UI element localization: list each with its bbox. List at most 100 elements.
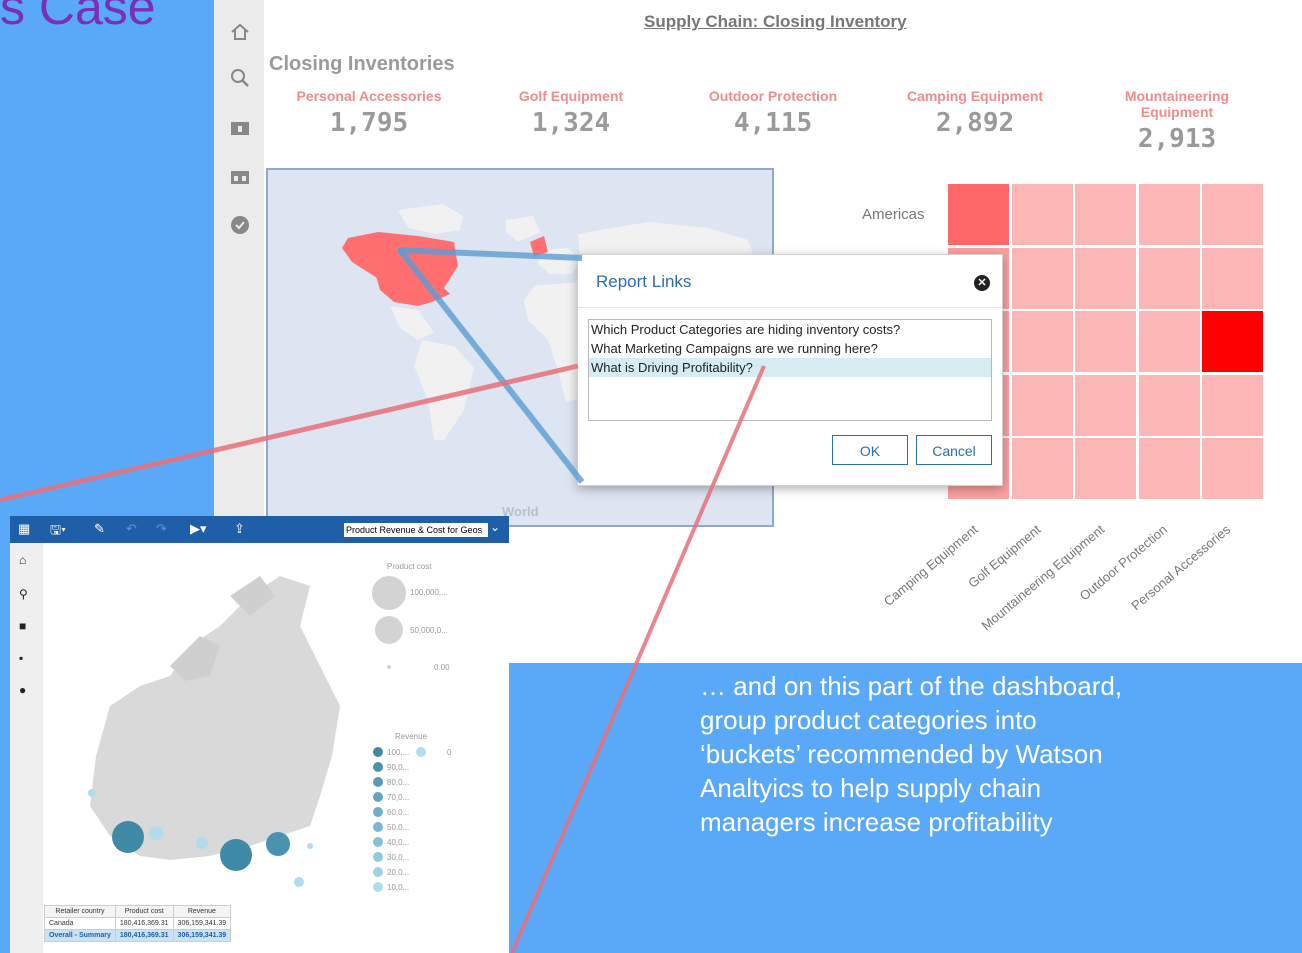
search-icon[interactable]: ⚲ (19, 587, 33, 601)
inset-nav-rail: ⌂ ⚲ ■ ▪ ● (10, 543, 43, 953)
kpi-label: Golf Equipment (518, 88, 624, 104)
run-icon[interactable]: ▶▾ (190, 521, 207, 537)
legend-color-label: 10,0... (387, 883, 410, 892)
heatmap-cell[interactable] (1138, 311, 1200, 373)
recent-icon[interactable]: ● (19, 683, 33, 697)
folder-icon[interactable]: ■ (19, 619, 33, 633)
legend-color-label: 90,0... (387, 763, 410, 772)
legend-title-product-cost: Product cost (387, 562, 432, 571)
chevron-down-icon[interactable]: ⌄ (490, 520, 500, 534)
heatmap-cell[interactable] (1138, 247, 1200, 309)
heatmap-cell[interactable] (1202, 247, 1264, 309)
cancel-button[interactable]: Cancel (916, 435, 992, 465)
legend-color-marker (373, 837, 383, 847)
heatmap-cell[interactable] (1075, 374, 1137, 436)
legend-color-marker (373, 792, 383, 802)
bubble-marker[interactable] (266, 832, 290, 856)
save-icon[interactable]: 🖫▾ (50, 521, 66, 543)
heatmap-cell[interactable] (1138, 184, 1200, 245)
kpi-label: Personal Accessories (296, 88, 442, 104)
bubble-marker[interactable] (88, 789, 96, 797)
legend-color-marker (373, 777, 383, 787)
legend-size-marker (375, 616, 403, 644)
legend-color-marker (373, 822, 383, 832)
home-icon[interactable]: ⌂ (19, 553, 33, 567)
bubble-marker[interactable] (294, 877, 304, 887)
column-header[interactable]: Product cost (114, 905, 174, 918)
legend-color-marker (373, 762, 383, 772)
heatmap-cell[interactable] (1011, 184, 1073, 245)
heatmap-cell[interactable] (1138, 374, 1200, 436)
report-link-item-selected[interactable]: What is Driving Profitability? (589, 358, 991, 377)
heatmap-cell[interactable] (1011, 374, 1073, 436)
heatmap-cell[interactable] (1075, 311, 1137, 373)
kpi-label: Outdoor Protection (708, 88, 838, 104)
undo-icon[interactable]: ↶ (126, 521, 137, 537)
legend-color-label: 80,0... (387, 778, 410, 787)
legend-size-label: 100,000,... (410, 588, 448, 597)
report-link-item[interactable]: What Marketing Campaigns are we running … (589, 339, 991, 358)
bubble-marker[interactable] (220, 839, 252, 871)
legend-color-marker (373, 882, 383, 892)
legend-title-revenue: Revenue (395, 732, 428, 741)
kpi-label: Camping Equipment (906, 88, 1044, 104)
bubble-marker[interactable] (307, 843, 313, 849)
report-links-list[interactable]: Which Product Categories are hiding inve… (588, 319, 992, 421)
report-page-select[interactable]: Product Revenue & Cost for Geos (344, 523, 488, 537)
dashboard-title[interactable]: Supply Chain: Closing Inventory (644, 12, 907, 32)
heatmap-cell[interactable] (948, 184, 1009, 245)
bubble-marker[interactable] (112, 821, 144, 853)
heatmap-cell[interactable] (1202, 184, 1264, 245)
heatmap-cell[interactable] (1011, 311, 1073, 373)
legend-color-marker (373, 852, 383, 862)
column-header[interactable]: Revenue (172, 905, 232, 918)
close-icon[interactable]: ✕ (974, 275, 990, 291)
heatmap-cell[interactable] (1075, 438, 1137, 500)
report-link-item[interactable]: Which Product Categories are hiding inve… (589, 320, 991, 339)
slide-title-fragment: s Case (0, 0, 156, 35)
team-folder-icon[interactable] (230, 167, 250, 187)
app-switcher-icon[interactable]: ▦ (18, 521, 30, 537)
share-icon[interactable]: ⇪ (234, 521, 245, 537)
kpi-golf-equipment[interactable]: Golf Equipment 1,324 (476, 88, 666, 138)
redo-icon[interactable]: ↷ (156, 521, 167, 537)
kpi-outdoor-protection[interactable]: Outdoor Protection 4,115 (678, 88, 868, 138)
legend-color-label: 70,0... (387, 793, 410, 802)
legend-size-label: 0.00 (434, 663, 450, 672)
legend-size-marker (387, 665, 391, 669)
kpi-personal-accessories[interactable]: Personal Accessories 1,795 (274, 88, 464, 138)
kpi-value: 1,795 (329, 108, 409, 138)
summary-table: Retailer country Product cost Revenue Ca… (44, 905, 232, 942)
legend-color-marker (373, 747, 383, 757)
column-header[interactable]: Retailer country (44, 905, 116, 918)
table-cell: Canada (44, 917, 116, 930)
summary-row: Overall - Summary 180,416,369.31 306,159… (44, 929, 232, 942)
report-links-dialog: Report Links ✕ Which Product Categories … (577, 254, 1003, 486)
folder-icon[interactable] (230, 118, 250, 138)
table-cell: 180,416,369.31 (114, 929, 174, 942)
heatmap-cell[interactable] (1075, 247, 1137, 309)
home-icon[interactable] (230, 22, 250, 42)
heatmap-cell[interactable] (1202, 374, 1264, 436)
heatmap-cell[interactable] (1075, 184, 1137, 245)
dialog-divider (578, 307, 1002, 308)
recent-icon[interactable] (230, 215, 250, 235)
legend-color-label: 20,0... (387, 868, 410, 877)
search-icon[interactable] (230, 68, 250, 88)
kpi-mountaineering-equipment[interactable]: Mountaineering Equipment 2,913 (1102, 88, 1252, 154)
heatmap-cell[interactable] (1011, 438, 1073, 500)
table-row: Canada 180,416,369.31 306,159,341.39 (44, 917, 232, 930)
table-cell: 306,159,341.39 (172, 929, 232, 942)
callout-text: … and on this part of the dashboard, gro… (700, 671, 1123, 837)
heatmap-cell[interactable] (1202, 311, 1264, 373)
heatmap-cell[interactable] (1138, 438, 1200, 500)
bubble-marker[interactable] (149, 826, 163, 840)
edit-icon[interactable]: ✎ (94, 521, 105, 537)
ok-button[interactable]: OK (832, 435, 908, 465)
bubble-marker[interactable] (196, 837, 208, 849)
legend-zero-label: 0 (447, 748, 452, 757)
kpi-camping-equipment[interactable]: Camping Equipment 2,892 (880, 88, 1070, 138)
heatmap-cell[interactable] (1011, 247, 1073, 309)
heatmap-cell[interactable] (1202, 438, 1264, 500)
team-folder-icon[interactable]: ▪ (19, 651, 33, 665)
